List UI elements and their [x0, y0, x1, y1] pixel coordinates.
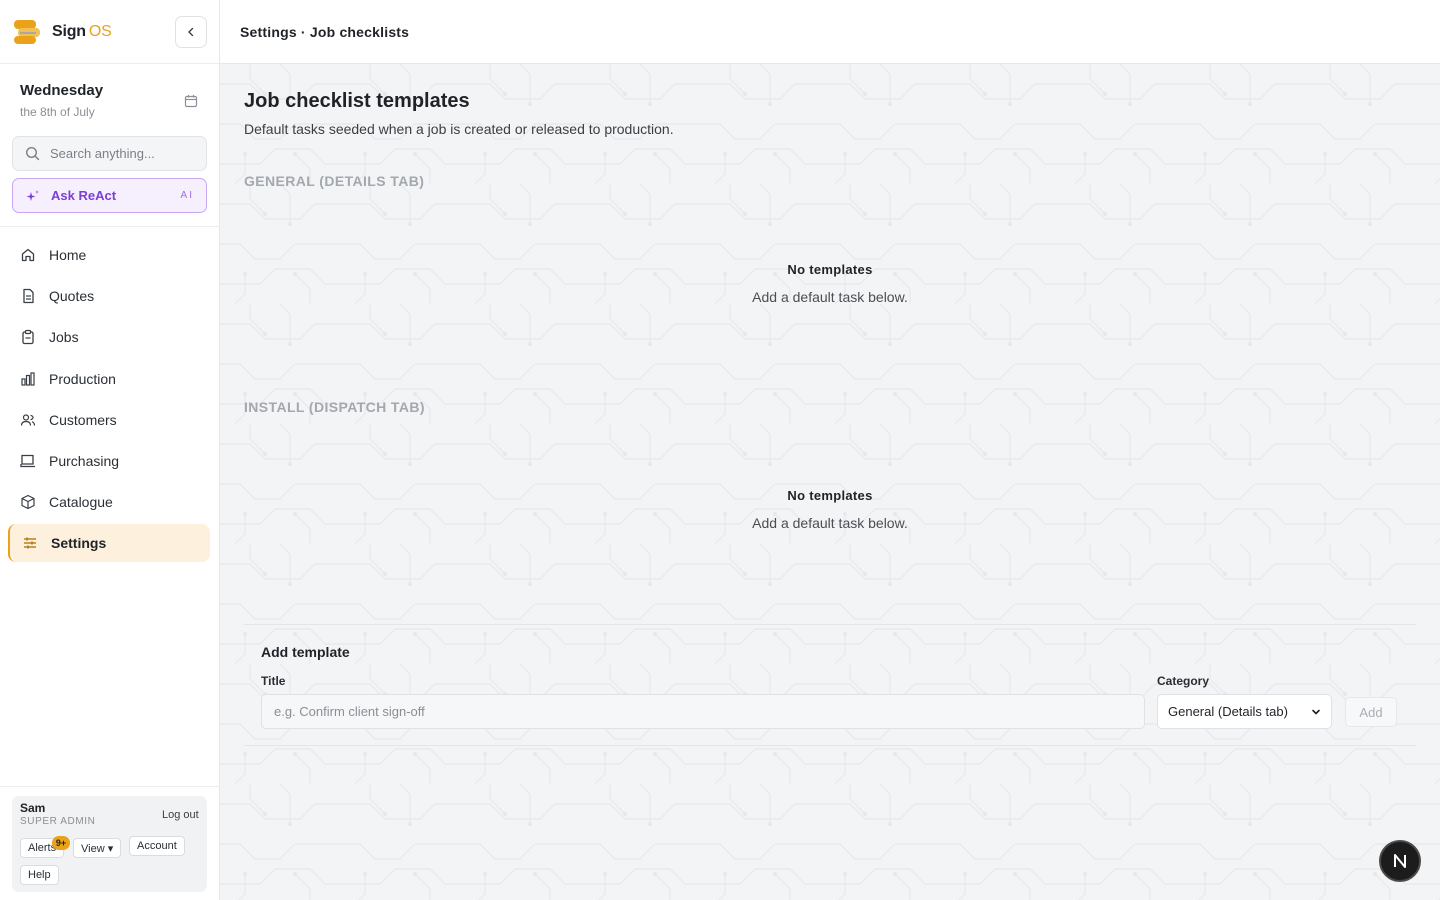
sidebar-item-customers[interactable]: Customers: [8, 401, 210, 439]
user-role: SUPER ADMIN: [20, 816, 96, 827]
breadcrumb: Settings · Job checklists: [240, 23, 410, 40]
add-template-form: Add template Title Category General (Det…: [244, 624, 1416, 746]
category-select[interactable]: General (Details tab): [1157, 694, 1332, 729]
sidebar-item-settings[interactable]: Settings: [8, 524, 210, 563]
brand-name: Sign OS: [52, 22, 112, 40]
sidebar-item-home[interactable]: Home: [8, 236, 210, 274]
date-sub: the 8th of July: [20, 105, 95, 119]
page-title: Job checklist templates: [244, 90, 470, 112]
main-content: Job checklist templates Default tasks se…: [220, 64, 1440, 900]
sidebar-item-label: Jobs: [49, 329, 79, 346]
user-card: Sam SUPER ADMIN Log out Alerts 9+ View ▾…: [12, 796, 207, 892]
empty-state-general: No templates Add a default task below.: [244, 262, 1416, 305]
divider: [0, 226, 220, 227]
category-field-label: Category: [1157, 674, 1210, 688]
sidebar-item-label: Production: [49, 370, 116, 387]
main-nav: Home Quotes Jobs Production Customers Pu…: [8, 236, 210, 566]
circuit-background: [220, 64, 1440, 900]
top-bar: Settings · Job checklists: [220, 0, 1440, 64]
empty-title: No templates: [787, 262, 873, 277]
search-box[interactable]: [12, 136, 207, 171]
next-dev-tools-button[interactable]: [1379, 840, 1421, 882]
chevron-left-icon: [188, 27, 194, 37]
section-title-install: INSTALL (DISPATCH TAB): [244, 399, 425, 415]
add-template-button[interactable]: Add: [1345, 697, 1397, 727]
box-icon: [20, 494, 36, 510]
user-name: Sam: [20, 801, 46, 815]
search-input[interactable]: [50, 146, 190, 161]
logo-icon: [12, 18, 42, 46]
divider: [0, 786, 220, 787]
sidebar-item-label: Catalogue: [49, 494, 113, 511]
ask-react-button[interactable]: Ask ReAct AI: [12, 178, 207, 213]
section-title-general: GENERAL (DETAILS TAB): [244, 173, 425, 189]
sidebar-item-label: Customers: [49, 411, 117, 428]
collapse-sidebar-button[interactable]: [175, 16, 207, 48]
account-label: Account: [137, 840, 177, 852]
sidebar-item-purchasing[interactable]: Purchasing: [8, 442, 210, 480]
add-template-heading: Add template: [261, 644, 350, 660]
chevron-down-icon: [1312, 709, 1320, 714]
n-logo-icon: [1394, 854, 1406, 868]
sidebar-item-catalogue[interactable]: Catalogue: [8, 483, 210, 521]
sidebar-item-label: Settings: [51, 535, 107, 552]
sidebar-item-label: Purchasing: [49, 452, 120, 469]
sidebar-item-production[interactable]: Production: [8, 360, 210, 398]
empty-state-install: No templates Add a default task below.: [244, 488, 1416, 531]
view-menu-button[interactable]: View ▾: [73, 838, 122, 858]
document-icon: [20, 288, 36, 304]
sidebar: SignOS Wednesday the 8th of July Ask ReA…: [0, 0, 220, 900]
empty-subtitle: Add a default task below.: [752, 515, 908, 531]
home-icon: [20, 247, 36, 263]
ask-react-label: Ask ReAct: [51, 188, 117, 203]
logout-link[interactable]: Log out: [162, 809, 199, 821]
date-display: Wednesday the 8th of July: [20, 82, 103, 119]
sidebar-item-jobs[interactable]: Jobs: [8, 318, 210, 356]
sidebar-item-label: Home: [49, 247, 87, 263]
bar-chart-icon: [20, 371, 36, 387]
alerts-badge: 9+: [52, 836, 70, 850]
search-icon: [25, 146, 40, 161]
calendar-icon[interactable]: [184, 94, 198, 108]
purchase-icon: [20, 453, 36, 469]
sidebar-item-quotes[interactable]: Quotes: [8, 277, 210, 315]
sidebar-item-label: Quotes: [49, 288, 95, 305]
ai-tag: AI: [180, 190, 194, 201]
sparkle-icon: [26, 189, 39, 201]
date-day: Wednesday: [20, 82, 104, 99]
help-button[interactable]: Help: [20, 865, 59, 885]
help-label: Help: [28, 869, 51, 881]
category-selected-value: General (Details tab): [1168, 704, 1288, 719]
empty-subtitle: Add a default task below.: [752, 289, 908, 305]
sliders-icon: [22, 535, 38, 551]
clipboard-icon: [20, 329, 36, 345]
view-label: View ▾: [81, 842, 114, 855]
empty-title: No templates: [787, 488, 873, 503]
title-field-label: Title: [261, 674, 286, 688]
users-icon: [20, 412, 36, 428]
page-subtitle: Default tasks seeded when a job is creat…: [244, 121, 674, 137]
title-input[interactable]: [261, 694, 1145, 729]
account-button[interactable]: Account: [129, 836, 185, 856]
